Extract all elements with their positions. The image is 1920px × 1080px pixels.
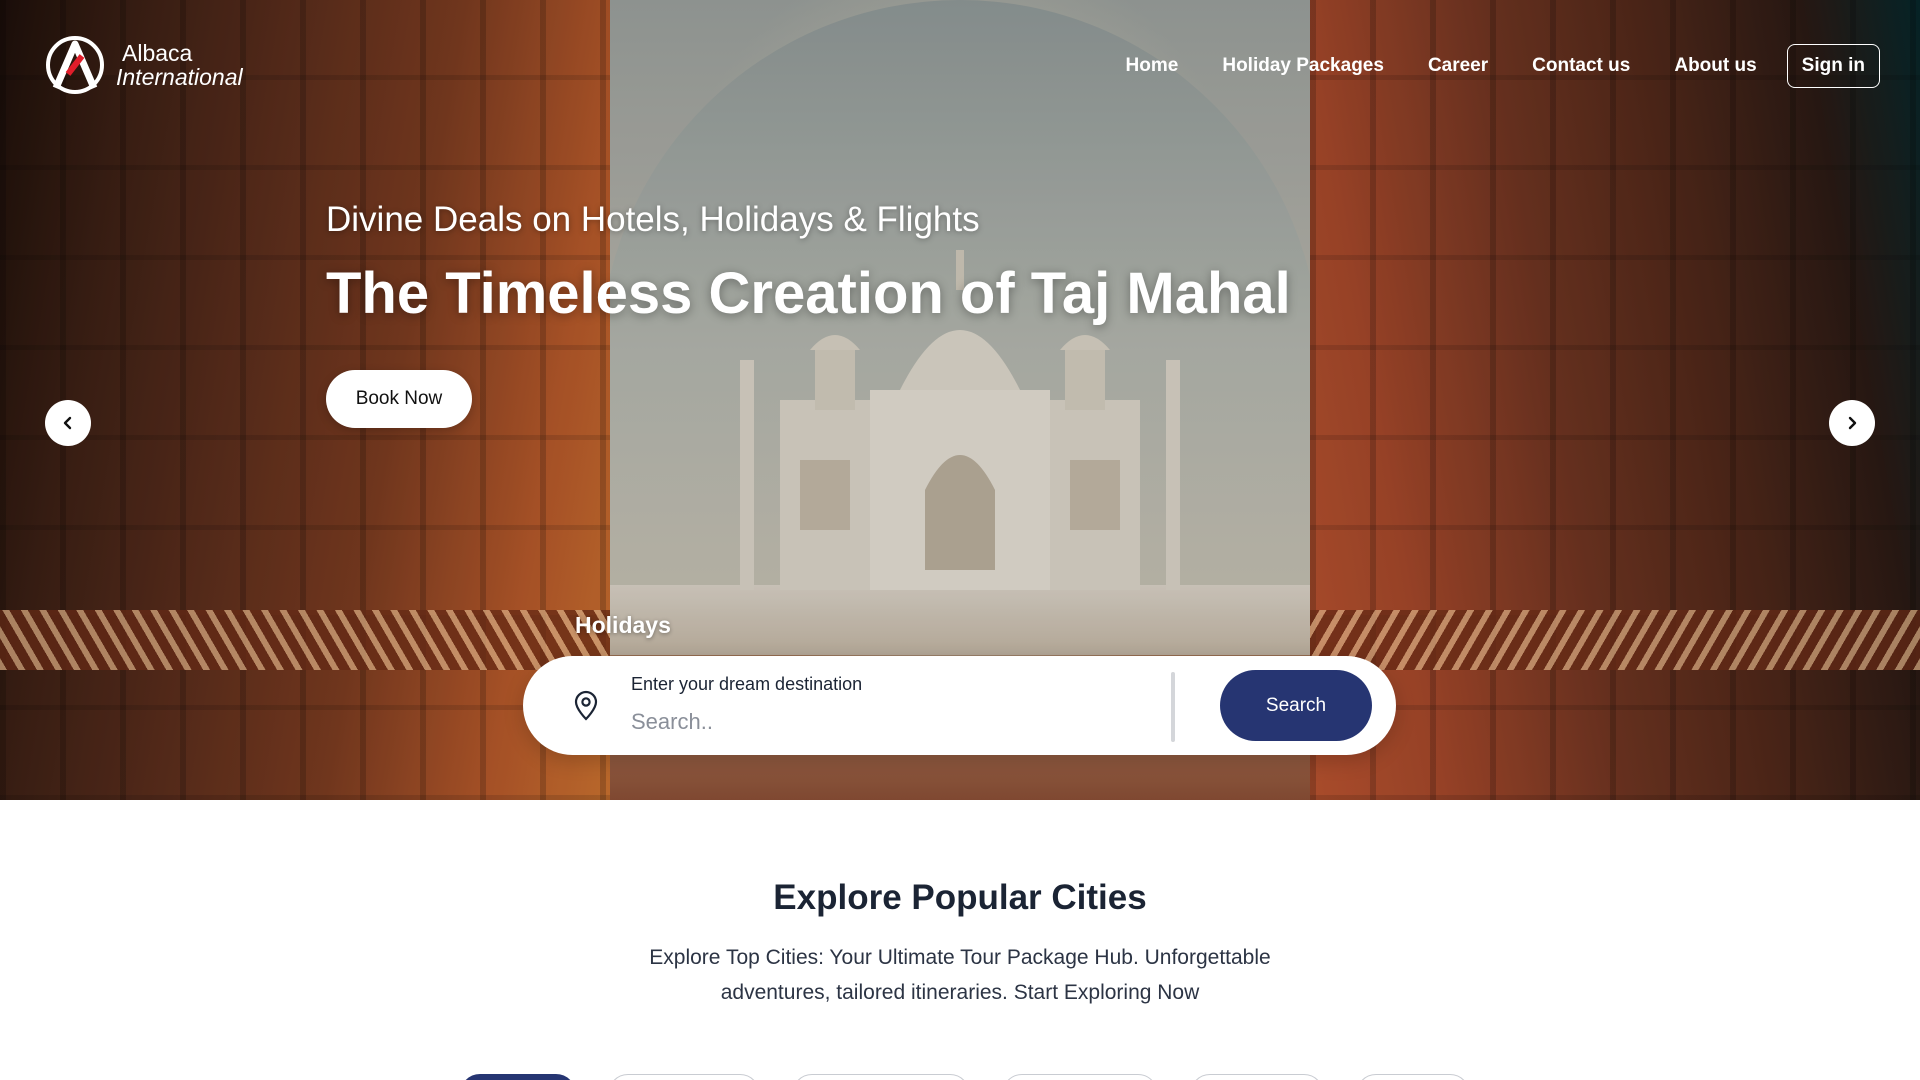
book-now-button[interactable]: Book Now bbox=[326, 370, 472, 428]
hero-headline: The Timeless Creation of Taj Mahal bbox=[326, 261, 1291, 326]
sign-in-button[interactable]: Sign in bbox=[1786, 44, 1880, 88]
city-tab[interactable] bbox=[1356, 1074, 1470, 1080]
albaca-logo-icon bbox=[46, 36, 104, 94]
search-divider bbox=[1171, 672, 1175, 742]
nav-contact-us[interactable]: Contact us bbox=[1532, 55, 1630, 77]
brand-name-line2: International bbox=[116, 64, 243, 90]
carousel-next-button[interactable] bbox=[1829, 400, 1875, 446]
city-tab[interactable] bbox=[792, 1074, 970, 1080]
city-tab[interactable] bbox=[608, 1074, 760, 1080]
hero-tagline: Divine Deals on Hotels, Holidays & Fligh… bbox=[326, 200, 980, 239]
brand-logo-link[interactable]: Albaca International bbox=[44, 34, 243, 96]
main-nav: Home Holiday Packages Career Contact us … bbox=[1126, 44, 1880, 88]
city-tab[interactable] bbox=[1002, 1074, 1158, 1080]
city-tabs bbox=[0, 1074, 1920, 1080]
brand-name: Albaca International bbox=[116, 41, 243, 89]
search-caption: Enter your dream destination bbox=[631, 674, 863, 694]
search-button[interactable]: Search bbox=[1220, 670, 1372, 741]
explore-description: Explore Top Cities: Your Ultimate Tour P… bbox=[649, 946, 1271, 1004]
nav-about-us[interactable]: About us bbox=[1674, 55, 1756, 77]
destination-search-input[interactable] bbox=[631, 704, 1151, 740]
nav-holiday-packages[interactable]: Holiday Packages bbox=[1222, 55, 1384, 77]
carousel-prev-button[interactable] bbox=[45, 400, 91, 446]
location-pin-icon bbox=[574, 690, 598, 721]
search-tab-holidays[interactable]: Holidays bbox=[575, 612, 671, 639]
chevron-left-icon bbox=[63, 416, 72, 430]
city-tab[interactable] bbox=[460, 1074, 576, 1080]
nav-career[interactable]: Career bbox=[1428, 55, 1488, 77]
nav-home[interactable]: Home bbox=[1126, 55, 1179, 77]
brand-name-line1: Albaca bbox=[122, 39, 193, 66]
chevron-right-icon bbox=[1848, 416, 1857, 430]
city-tab[interactable] bbox=[1190, 1074, 1324, 1080]
explore-title: Explore Popular Cities bbox=[773, 878, 1147, 917]
destination-search-bar: Enter your dream destination Search bbox=[523, 656, 1396, 755]
